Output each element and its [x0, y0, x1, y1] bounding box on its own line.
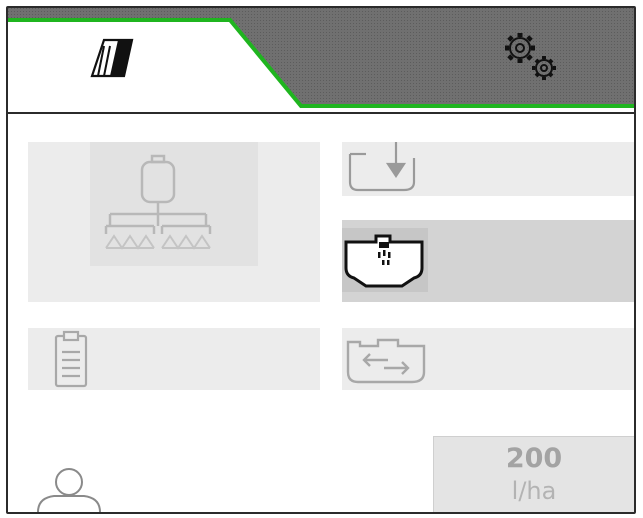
tank-circulation-icon — [342, 330, 432, 392]
tab-field-work[interactable] — [8, 8, 228, 112]
tile-spray[interactable] — [342, 220, 634, 302]
field-tramline-icon — [88, 38, 138, 82]
application-rate-value: 200 — [505, 443, 563, 474]
tile-circulation[interactable] — [342, 328, 634, 390]
user-icon[interactable] — [34, 464, 104, 512]
application-rate-display[interactable]: 200 l/ha — [433, 436, 634, 512]
tank-fill-icon — [346, 142, 422, 198]
tile-documentation[interactable] — [28, 328, 320, 390]
settings-gears-icon — [498, 24, 568, 92]
tile-sprayer-overview[interactable] — [28, 142, 320, 302]
header-tab-bar — [8, 8, 634, 120]
tank-spray-icon — [342, 228, 428, 296]
clipboard-icon — [52, 330, 92, 392]
tile-tank-fill[interactable] — [342, 142, 634, 196]
header-divider — [8, 112, 634, 114]
tab-settings[interactable] — [298, 8, 634, 108]
application-rate-unit: l/ha — [511, 477, 557, 505]
terminal-screen: 200 l/ha — [6, 6, 636, 514]
sprayer-boom-tank-icon — [102, 152, 242, 266]
